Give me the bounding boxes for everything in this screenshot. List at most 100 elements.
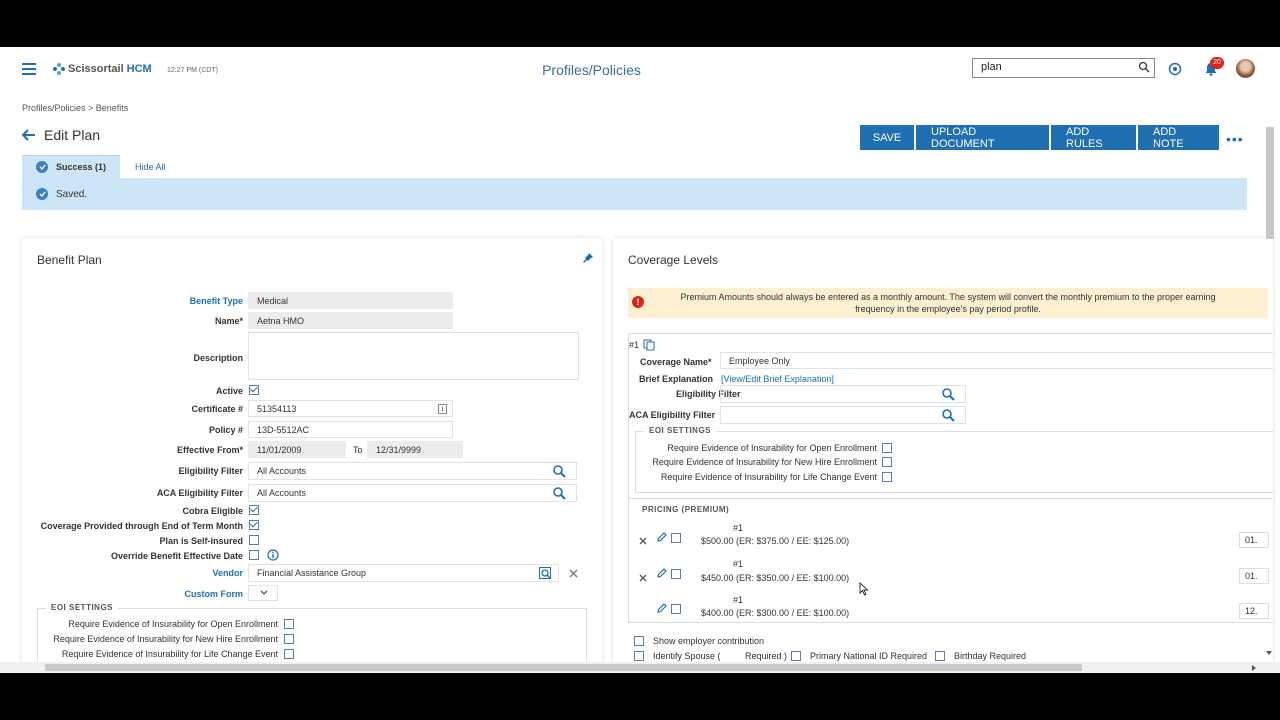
horizontal-scrollbar[interactable] (0, 662, 1280, 673)
pricing-section: PRICING (PREMIUM) #1 $500.00 (ER: $375.0… (629, 498, 1273, 622)
search-value: plan (981, 61, 1002, 73)
delete-icon[interactable] (639, 537, 647, 545)
eoi-open-checkbox[interactable] (284, 619, 294, 629)
certificate-field[interactable]: 51354113 (248, 400, 453, 417)
identify-spouse-checkbox[interactable] (634, 651, 644, 661)
scroll-right-icon[interactable] (1252, 665, 1257, 671)
mouse-cursor-icon (859, 582, 869, 596)
description-label: Description (193, 353, 243, 363)
upload-document-button[interactable]: UPLOAD DOCUMENT (916, 125, 1049, 150)
copy-icon[interactable] (643, 339, 655, 351)
success-message: Saved. (22, 178, 1247, 210)
effective-to-field[interactable]: 12/31/9999 (367, 441, 463, 458)
eoi-new-hire-checkbox[interactable] (284, 634, 294, 644)
search-icon[interactable] (1138, 61, 1150, 73)
cobra-checkbox[interactable] (249, 505, 259, 515)
pricing-row[interactable]: #1 $500.00 (ER: $375.00 / EE: $125.00) 0… (629, 521, 1269, 557)
pricing-amount: $500.00 (ER: $375.00 / EE: $125.00) (701, 536, 850, 546)
page-header: Edit Plan (22, 127, 100, 143)
add-rules-button[interactable]: ADD RULES (1051, 125, 1136, 150)
help-icon[interactable] (1168, 62, 1182, 76)
coverage-levels-panel: Coverage Levels ! Premium Amounts should… (613, 238, 1273, 673)
add-note-button[interactable]: ADD NOTE (1138, 125, 1219, 150)
edit-pencil-icon[interactable] (656, 568, 667, 579)
benefit-plan-panel: Benefit Plan Benefit Type Medical Name* … (22, 238, 602, 673)
pricing-date[interactable]: 01. (1239, 568, 1269, 584)
eoi-new-hire-checkbox[interactable] (882, 457, 892, 467)
more-options-icon[interactable]: ••• (1226, 131, 1244, 147)
pricing-row-checkbox[interactable] (671, 533, 681, 543)
aca-eligibility-field[interactable] (720, 406, 966, 424)
eligibility-filter-label: Eligibility Filter (178, 466, 243, 476)
effective-from-field[interactable]: 11/01/2009 (248, 441, 346, 458)
active-checkbox[interactable] (249, 385, 259, 395)
certificate-label: Certificate # (191, 404, 243, 414)
warning-line-2: frequency in the employee's pay period p… (855, 304, 1041, 314)
eoi-title: EOI SETTINGS (644, 426, 717, 435)
vendor-value: Financial Assistance Group (257, 568, 367, 578)
hide-all-link[interactable]: Hide All (120, 155, 166, 178)
notice-tabs: Success (1) Hide All (22, 155, 166, 178)
eoi-new-hire-label: Require Evidence of Insurability for New… (53, 634, 278, 644)
eoi-life-checkbox[interactable] (284, 649, 294, 659)
custom-form-select[interactable] (248, 585, 278, 601)
eoi-open-label: Require Evidence of Insurability for Ope… (68, 619, 278, 629)
search-icon[interactable] (553, 487, 566, 500)
info-icon[interactable] (267, 549, 279, 561)
delete-icon[interactable] (639, 574, 647, 582)
show-employer-checkbox[interactable] (634, 636, 644, 646)
pricing-row[interactable]: #1 $400.00 (ER: $300.00 / EE: $100.00) 1… (629, 593, 1269, 629)
edit-pencil-icon[interactable] (656, 532, 667, 543)
search-icon[interactable] (942, 409, 955, 422)
clear-icon[interactable] (569, 569, 578, 578)
primary-national-checkbox[interactable] (791, 651, 801, 661)
eligibility-filter-field[interactable] (720, 385, 966, 403)
benefit-type-label: Benefit Type (189, 296, 243, 306)
coverage-end-checkbox[interactable] (249, 520, 259, 530)
search-icon[interactable] (942, 388, 955, 401)
pricing-row[interactable]: #1 $450.00 (ER: $350.00 / EE: $100.00) 0… (629, 557, 1269, 593)
effective-from-label: Effective From* (176, 445, 243, 455)
lookup-icon[interactable] (539, 567, 552, 580)
search-icon[interactable] (553, 465, 566, 478)
name-label: Name* (214, 316, 243, 326)
breadcrumb[interactable]: Profiles/Policies > Benefits (22, 103, 128, 113)
pricing-row-checkbox[interactable] (671, 604, 681, 614)
self-insured-checkbox[interactable] (249, 535, 259, 545)
panel-title: Benefit Plan (37, 253, 102, 267)
brief-explanation-link[interactable]: [View/Edit Brief Explanation] (721, 374, 834, 384)
horizontal-scrollbar-thumb[interactable] (45, 664, 1082, 671)
aca-value: All Accounts (257, 488, 307, 498)
override-checkbox[interactable] (249, 550, 259, 560)
eoi-life-checkbox[interactable] (882, 472, 892, 482)
vendor-label: Vendor (212, 568, 243, 578)
brief-explanation-label: Brief Explanation (639, 374, 714, 384)
coverage-number: #1 (629, 340, 640, 350)
birthday-required-checkbox[interactable] (935, 651, 945, 661)
vertical-scrollbar[interactable] (1266, 127, 1274, 239)
top-bar: Scissortail HCM 12:27 PM (CDT) Profiles/… (0, 47, 1280, 94)
back-arrow-icon[interactable] (22, 129, 36, 141)
eligibility-filter-field[interactable]: All Accounts (248, 462, 577, 480)
active-label: Active (215, 386, 243, 396)
description-field[interactable] (248, 332, 579, 380)
avatar[interactable] (1236, 59, 1255, 78)
eoi-life-label: Require Evidence of Insurability for Lif… (660, 472, 877, 482)
alert-icon: ! (632, 296, 644, 308)
pricing-title: PRICING (PREMIUM) (642, 505, 730, 514)
scroll-down-icon[interactable] (1266, 651, 1272, 656)
policy-field[interactable]: 13D-5512AC (248, 421, 453, 438)
search-input[interactable]: plan (972, 58, 1155, 78)
pricing-date[interactable]: 01. (1239, 532, 1269, 548)
tab-success[interactable]: Success (1) (22, 155, 120, 178)
eoi-open-checkbox[interactable] (882, 443, 892, 453)
pricing-date[interactable]: 12. (1239, 603, 1269, 619)
save-button[interactable]: SAVE (860, 125, 914, 150)
vendor-field[interactable]: Financial Assistance Group (248, 564, 559, 582)
coverage-name-field[interactable]: Employee Only (720, 352, 1273, 369)
edit-pencil-icon[interactable] (656, 603, 667, 614)
aca-eligibility-field[interactable]: All Accounts (248, 484, 577, 502)
pricing-row-checkbox[interactable] (671, 569, 681, 579)
pin-icon[interactable] (582, 252, 594, 264)
name-field[interactable]: Aetna HMO (248, 312, 453, 329)
